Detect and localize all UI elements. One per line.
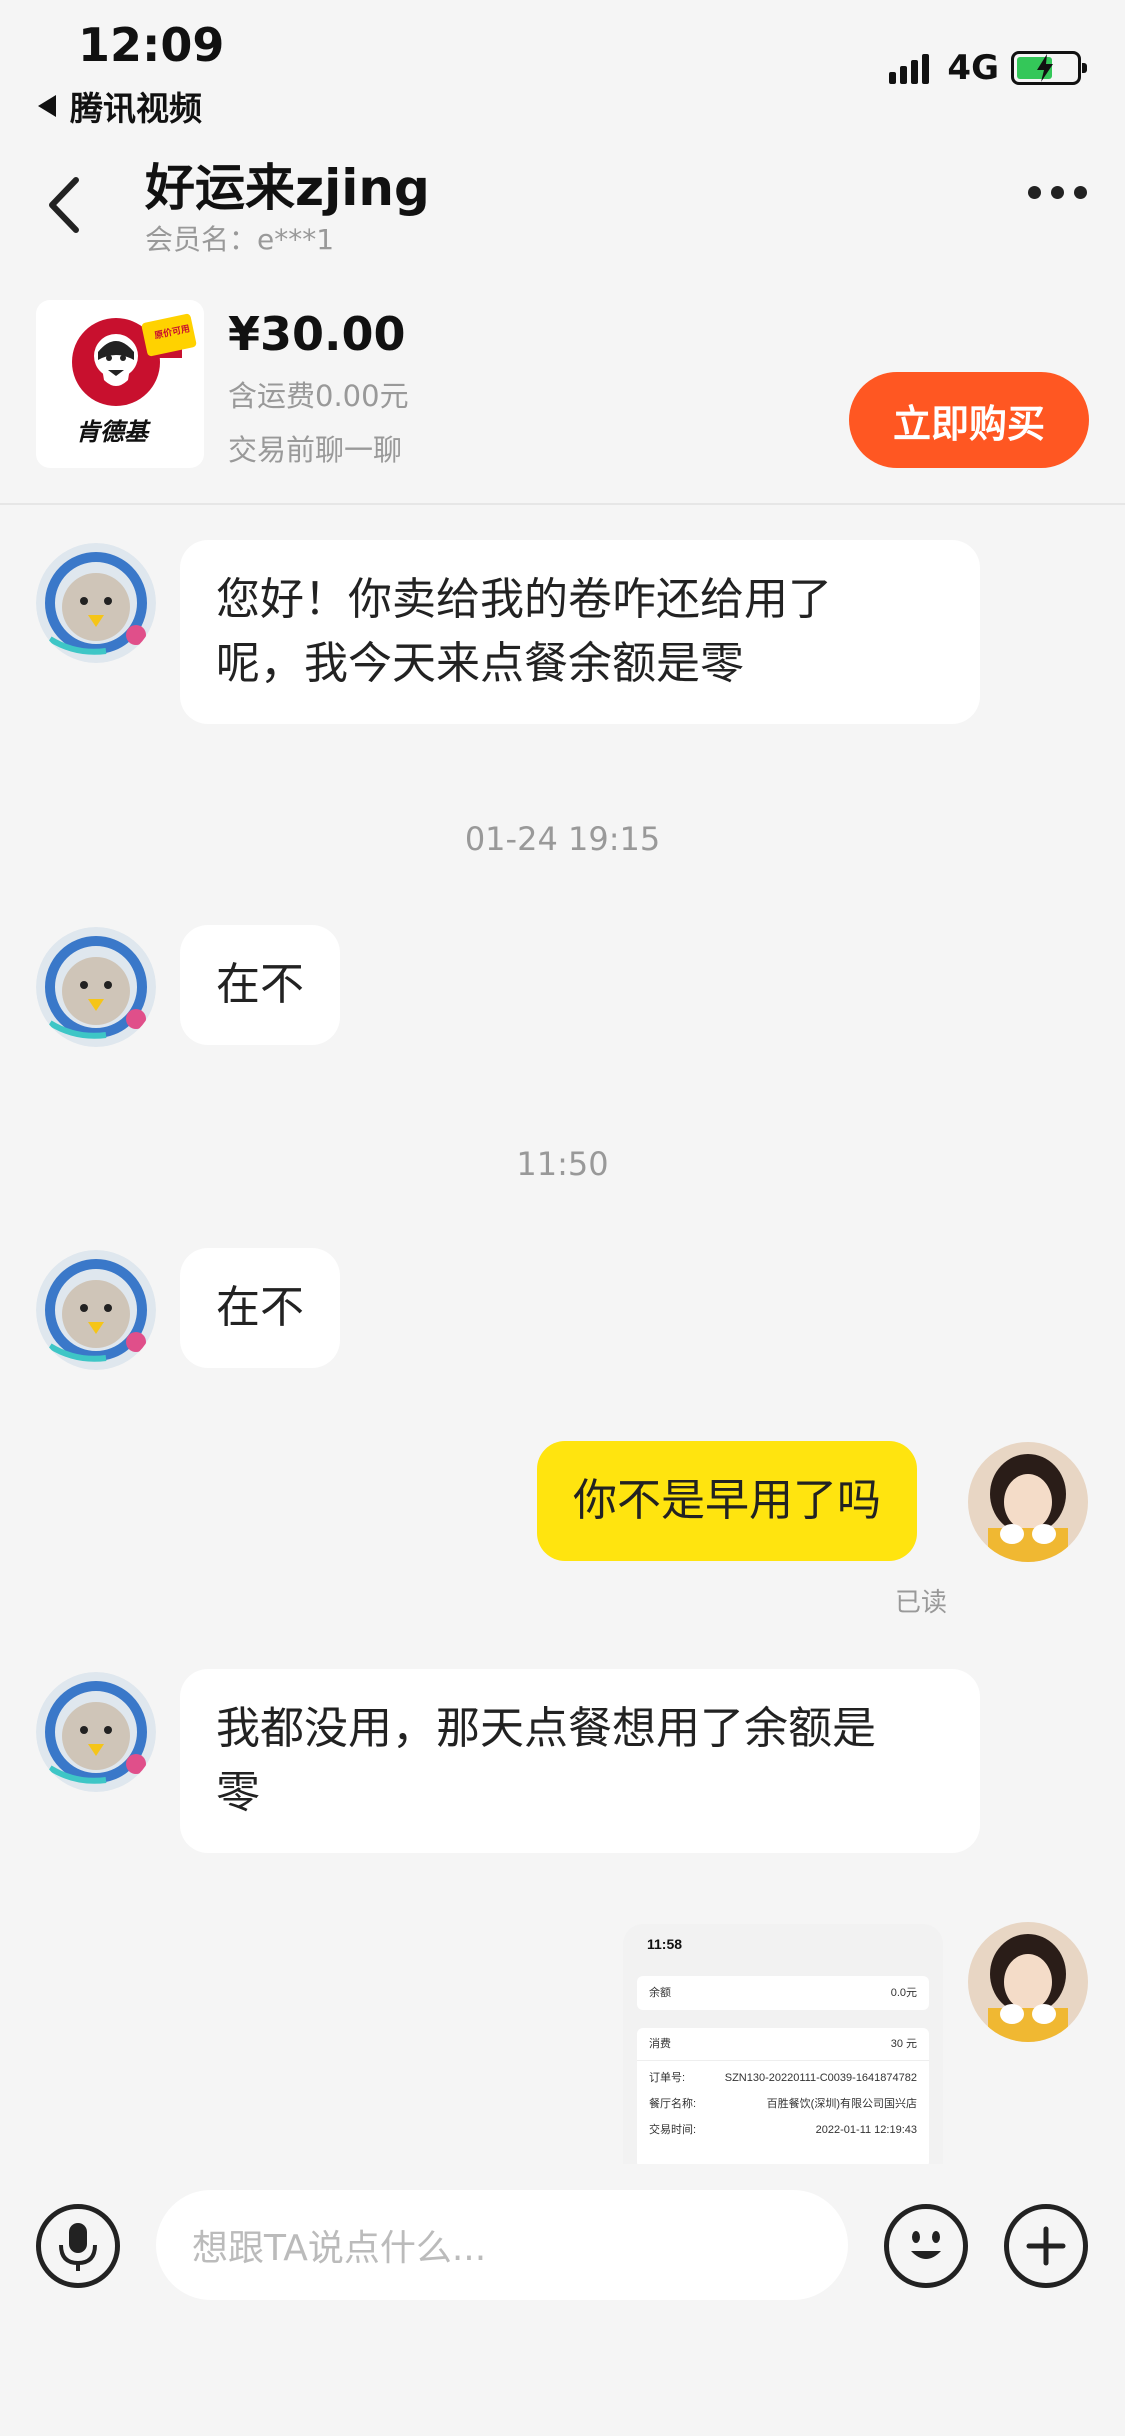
voice-button[interactable] bbox=[36, 2204, 120, 2288]
girl-avatar-icon bbox=[968, 1442, 1088, 1562]
back-to-app-link[interactable]: 腾讯视频 bbox=[38, 82, 202, 130]
image-order-label: 订单号: bbox=[649, 2072, 686, 2084]
message-text: 在不 bbox=[216, 959, 304, 1010]
plus-icon bbox=[1026, 2226, 1066, 2266]
image-balance-label: 余额 bbox=[649, 1987, 671, 1999]
seller-avatar[interactable] bbox=[36, 927, 156, 1047]
product-card[interactable]: 原价可用 肯德基 ¥30.00 含运费0.00元 交易前聊一聊 立即购买 bbox=[0, 285, 1125, 505]
buy-now-button[interactable]: 立即购买 bbox=[849, 372, 1089, 468]
message-input[interactable]: 想跟TA说点什么... bbox=[156, 2190, 848, 2300]
more-actions-button[interactable] bbox=[1004, 2204, 1088, 2288]
girl-avatar-icon bbox=[968, 1922, 1088, 2042]
image-store-value: 百胜餐饮(深圳)有限公司国兴店 bbox=[766, 2098, 917, 2110]
smiley-icon bbox=[911, 2231, 941, 2259]
emoji-button[interactable] bbox=[884, 2204, 968, 2288]
seal-avatar-icon bbox=[36, 1250, 156, 1370]
microphone-icon bbox=[59, 2223, 97, 2271]
seal-avatar-icon bbox=[36, 927, 156, 1047]
message-text: 零 bbox=[216, 1767, 260, 1818]
member-name: 会员名：e***1 bbox=[145, 223, 335, 256]
message-bubble-seller: 在不 bbox=[180, 925, 340, 1045]
my-avatar[interactable] bbox=[968, 1442, 1088, 1562]
signal-icon bbox=[889, 52, 933, 84]
message-input-placeholder: 想跟TA说点什么... bbox=[192, 2228, 487, 2269]
image-spend-label: 消费 bbox=[649, 2038, 671, 2050]
status-bar: 12:09 腾讯视频 4G bbox=[0, 0, 1125, 130]
seller-avatar[interactable] bbox=[36, 1672, 156, 1792]
message-text: 您好！你卖给我的卷咋还给用了 bbox=[216, 574, 832, 625]
battery-icon bbox=[1011, 51, 1087, 85]
message-text: 我都没用，那天点餐想用了余额是 bbox=[216, 1703, 876, 1754]
status-time: 12:09 bbox=[78, 18, 225, 72]
back-button[interactable] bbox=[40, 170, 90, 240]
more-options-button[interactable] bbox=[1018, 186, 1087, 199]
product-thumb-text: 肯德基 bbox=[76, 418, 148, 446]
message-text: 你不是早用了吗 bbox=[573, 1475, 881, 1526]
back-triangle-icon bbox=[38, 95, 56, 117]
status-indicators: 4G bbox=[889, 48, 1087, 88]
shipping-fee: 含运费0.00元 bbox=[228, 379, 409, 413]
chat-header: 好运来zjing 会员名：e***1 bbox=[0, 130, 1125, 270]
contact-name: 好运来zjing bbox=[145, 159, 430, 217]
image-spend-card: 消费 30 元 订单号: SZN130-20220111-C0039-16418… bbox=[637, 2028, 929, 2164]
message-bubble-seller: 在不 bbox=[180, 1248, 340, 1368]
my-avatar[interactable] bbox=[968, 1922, 1088, 2042]
timestamp: 01-24 19:15 bbox=[464, 820, 661, 858]
chat-before-trade: 交易前聊一聊 bbox=[228, 433, 403, 467]
image-spend-value: 30 元 bbox=[890, 2038, 917, 2050]
seller-avatar[interactable] bbox=[36, 543, 156, 663]
input-bar: 想跟TA说点什么... bbox=[0, 2170, 1125, 2330]
seal-avatar-icon bbox=[36, 1672, 156, 1792]
seal-avatar-icon bbox=[36, 543, 156, 663]
timestamp: 11:50 bbox=[516, 1145, 609, 1183]
read-status: 已读 bbox=[895, 1588, 948, 1618]
product-price: ¥30.00 bbox=[228, 307, 406, 361]
message-text: 呢，我今天来点餐余额是零 bbox=[216, 638, 744, 689]
image-store-label: 餐厅名称: bbox=[649, 2098, 697, 2110]
message-bubble-seller: 我都没用，那天点餐想用了余额是 零 bbox=[180, 1669, 980, 1853]
chevron-left-icon bbox=[49, 177, 79, 233]
image-order-value: SZN130-20220111-C0039-1641874782 bbox=[724, 2072, 917, 2084]
image-balance-value: 0.0元 bbox=[890, 1987, 917, 1999]
image-txtime-value: 2022-01-11 12:19:43 bbox=[815, 2124, 917, 2136]
image-message[interactable]: 11:58 余额 0.0元 消费 30 元 订单号: SZN130-202201… bbox=[623, 1924, 943, 2164]
message-text: 在不 bbox=[216, 1282, 304, 1333]
back-app-label: 腾讯视频 bbox=[70, 89, 202, 128]
image-txtime-label: 交易时间: bbox=[649, 2124, 697, 2136]
image-status-time: 11:58 bbox=[647, 1936, 683, 1952]
message-bubble-me: 你不是早用了吗 bbox=[537, 1441, 917, 1561]
message-bubble-seller: 您好！你卖给我的卷咋还给用了 呢，我今天来点餐余额是零 bbox=[180, 540, 980, 724]
network-label: 4G bbox=[947, 48, 999, 88]
image-balance-card: 余额 0.0元 bbox=[637, 1976, 929, 2010]
product-thumbnail[interactable]: 原价可用 肯德基 bbox=[36, 300, 204, 468]
seller-avatar[interactable] bbox=[36, 1250, 156, 1370]
